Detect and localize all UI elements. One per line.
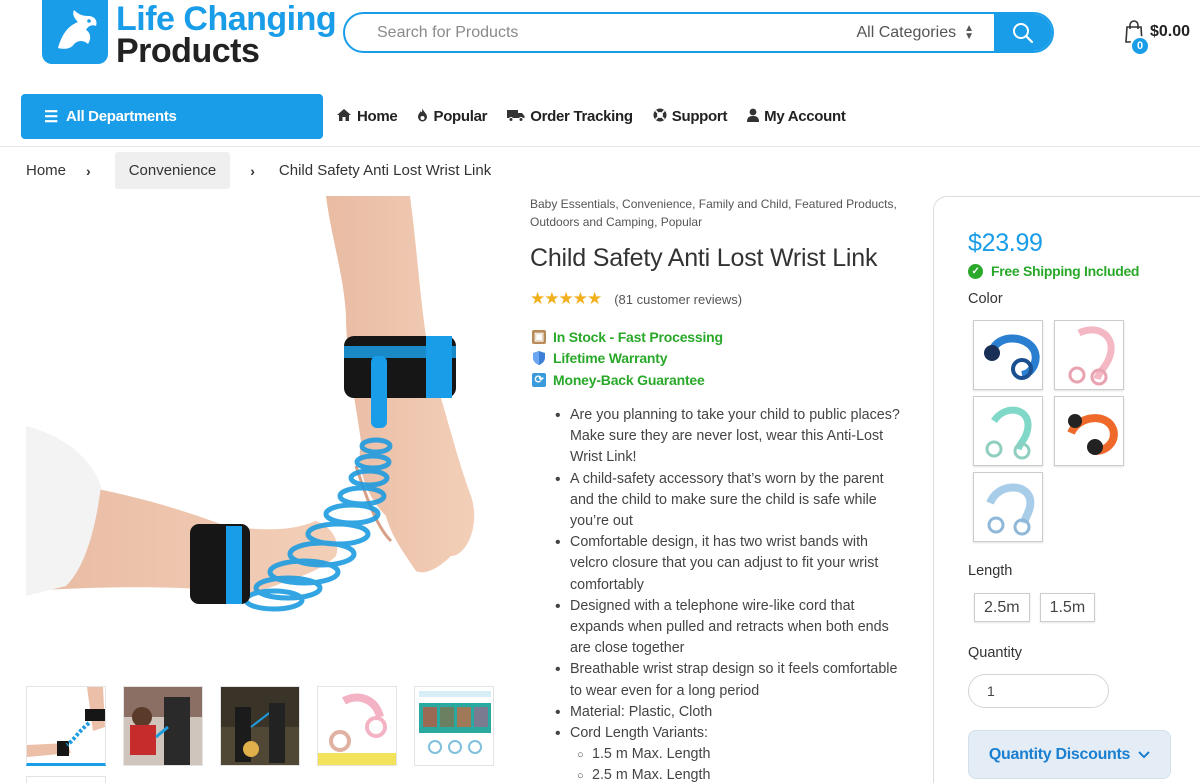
perk-label: Money-Back Guarantee — [553, 371, 705, 388]
description-bullet-text: Cord Length Variants: — [570, 725, 709, 742]
color-label: Color — [968, 291, 1003, 307]
free-shipping-label: Free Shipping Included — [991, 263, 1140, 279]
user-icon — [747, 108, 760, 126]
length-label: Length — [968, 563, 1013, 579]
chevron-down-icon — [1138, 747, 1150, 762]
thumbnail-4[interactable] — [317, 686, 397, 766]
perk-warranty: Lifetime Warranty — [532, 348, 723, 370]
cart-button[interactable]: 0 $0.00 — [1124, 20, 1191, 56]
cart-total: $0.00 — [1150, 23, 1191, 40]
nav-divider — [0, 146, 1200, 147]
color-swatch-blue[interactable] — [973, 320, 1043, 390]
perk-in-stock: ▣ In Stock - Fast Processing — [532, 326, 723, 348]
description-bullet: Breathable wrist strap design so it feel… — [552, 659, 904, 701]
truck-icon — [507, 108, 525, 126]
free-shipping-note: ✓ Free Shipping Included — [968, 263, 1139, 279]
logo-text-line1: Life Changing — [116, 0, 337, 38]
category-select-label: All Categories — [856, 23, 957, 41]
thumbnail-5[interactable] — [414, 686, 494, 766]
category-select[interactable]: All Categories ▲ ▼ — [856, 14, 994, 51]
color-swatch-light-blue[interactable] — [973, 472, 1043, 542]
description-bullet: Are you planning to take your child to p… — [552, 405, 904, 469]
color-swatch-pink[interactable] — [1054, 320, 1124, 390]
variant-list: 1.5 m Max. Length 2.5 m Max. Length — [552, 744, 904, 783]
menu-bars-icon: ☰ — [44, 108, 59, 126]
search-bar: All Categories ▲▼ — [343, 12, 1054, 53]
nav-item-popular[interactable]: Popular — [417, 107, 488, 126]
product-perks: ▣ In Stock - Fast Processing Lifetime Wa… — [532, 326, 723, 391]
length-option-1-5m[interactable]: 1.5m — [1039, 593, 1096, 622]
all-departments-button[interactable]: ☰ All Departments — [21, 94, 323, 139]
color-swatch-teal[interactable] — [973, 396, 1043, 466]
chevron-right-icon: › — [86, 162, 91, 179]
search-icon — [1013, 22, 1034, 43]
breadcrumb-home[interactable]: Home — [26, 162, 66, 179]
rating-stars: ★★★★★ — [530, 289, 602, 308]
breadcrumb-current: Child Safety Anti Lost Wrist Link — [278, 162, 492, 179]
nav-item-home[interactable]: Home — [336, 108, 398, 126]
description-bullet: A child-safety accessory that’s worn by … — [552, 469, 904, 533]
cart-count-badge: 0 — [1130, 36, 1150, 56]
nav-item-order-tracking[interactable]: Order Tracking — [507, 108, 633, 126]
description-bullet: Comfortable design, it has two wrist ban… — [552, 532, 904, 596]
product-categories[interactable]: Baby Essentials, Convenience, Family and… — [530, 195, 900, 231]
perk-label: In Stock - Fast Processing — [553, 328, 723, 345]
box-icon: ▣ — [532, 329, 546, 344]
nav-item-label: My Account — [764, 108, 846, 125]
product-page: Life Changing Products All Categories ▲▼… — [0, 0, 1200, 783]
breadcrumb: Home › Convenience › Child Safety Anti L… — [26, 152, 491, 189]
product-title: Child Safety Anti Lost Wrist Link — [530, 244, 878, 272]
length-option-2-5m[interactable]: 2.5m — [974, 593, 1030, 622]
description-bullet: Designed with a telephone wire-like cord… — [552, 596, 904, 660]
quantity-discounts-button[interactable]: Quantity Discounts — [968, 730, 1171, 779]
quantity-input[interactable]: 1 — [968, 674, 1109, 708]
length-options: 2.5m 1.5m — [974, 593, 1105, 622]
dragon-logo-icon — [42, 0, 108, 64]
site-logo[interactable]: Life Changing Products — [42, 0, 337, 70]
shield-icon — [532, 351, 546, 366]
description-bullet: Cord Length Variants: 1.5 m Max. Length … — [552, 723, 904, 783]
check-circle-icon: ✓ — [968, 263, 983, 279]
all-departments-label: All Departments — [66, 108, 177, 125]
thumbnail-3[interactable] — [220, 686, 300, 766]
thumbnail-6[interactable] — [26, 776, 106, 783]
variant-item: 1.5 m Max. Length — [552, 744, 904, 766]
quantity-discounts-label: Quantity Discounts — [988, 745, 1131, 763]
description-bullet: Material: Plastic, Cloth — [552, 702, 904, 723]
nav-item-my-account[interactable]: My Account — [747, 108, 846, 126]
select-arrows-icon: ▲ ▼ — [964, 22, 974, 42]
color-swatch-orange[interactable] — [1054, 396, 1124, 466]
product-main-image[interactable] — [26, 196, 476, 666]
product-description: Are you planning to take your child to p… — [552, 405, 904, 783]
lifebuoy-icon — [653, 108, 667, 126]
flame-icon — [417, 107, 428, 126]
search-button[interactable] — [994, 14, 1052, 51]
quantity-label: Quantity — [968, 645, 1022, 661]
thumbnail-2[interactable] — [123, 686, 203, 766]
nav-item-label: Home — [357, 108, 398, 125]
nav-item-label: Support — [671, 108, 728, 125]
chevron-right-icon: › — [250, 162, 255, 179]
review-count[interactable]: (81 customer reviews) — [614, 292, 742, 307]
product-rating[interactable]: ★★★★★ (81 customer reviews) — [530, 289, 742, 309]
logo-text-line2: Products — [116, 32, 260, 70]
thumbnail-strip — [26, 686, 511, 766]
thumbnail-1[interactable] — [26, 686, 106, 766]
nav-item-support[interactable]: Support — [653, 108, 727, 126]
perk-label: Lifetime Warranty — [553, 350, 668, 367]
main-nav: Home Popular Order Tracking Support My A… — [336, 94, 866, 139]
home-icon — [336, 108, 352, 126]
breadcrumb-convenience[interactable]: Convenience — [114, 152, 231, 189]
refresh-icon: ⟳ — [532, 372, 546, 387]
product-price: $23.99 — [968, 229, 1043, 257]
perk-money-back: ⟳ Money-Back Guarantee — [532, 369, 723, 391]
shopping-bag-icon: 0 — [1124, 20, 1150, 56]
nav-item-label: Popular — [433, 108, 488, 125]
variant-item: 2.5 m Max. Length — [552, 765, 904, 783]
search-input[interactable] — [345, 14, 857, 51]
nav-item-label: Order Tracking — [530, 108, 633, 125]
